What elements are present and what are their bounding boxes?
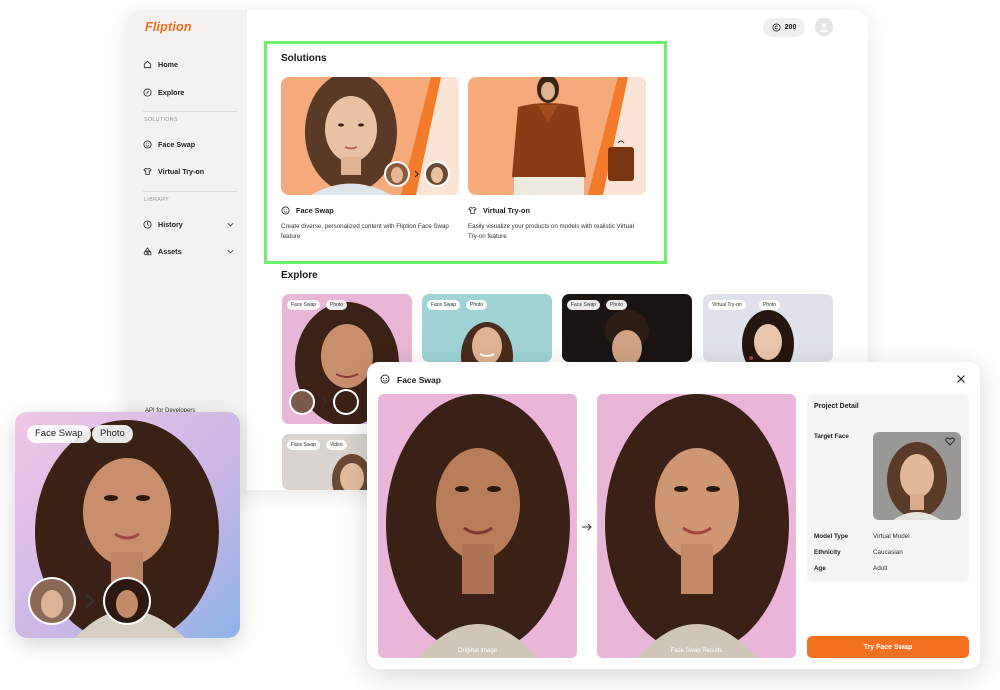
solution-title-text: Virtual Try-on <box>483 206 530 215</box>
explore-card[interactable]: Face Swap Photo <box>422 294 552 362</box>
solution-card-title: Face Swap <box>281 206 459 215</box>
history-icon <box>143 220 152 229</box>
solution-description: Create diverse, personalized content wit… <box>281 223 449 240</box>
original-image: Original Image <box>378 394 577 658</box>
tag: Face Swap <box>27 425 91 443</box>
face-swap-modal: Face Swap Original Image Face Swap Resul… <box>367 362 980 669</box>
solution-description: Easily visualize your products on models… <box>468 223 634 240</box>
sidebar-item-history[interactable]: History <box>143 220 235 229</box>
credits-count: 200 <box>784 24 797 31</box>
tag: Photo <box>466 300 488 310</box>
assets-icon <box>143 247 152 256</box>
age-label: Age <box>814 565 826 572</box>
arrow-right-icon <box>582 523 592 531</box>
modal-title: Face Swap <box>397 375 441 385</box>
original-image-caption: Original Image <box>457 648 498 654</box>
ethnicity-label: Ethnicity <box>814 549 841 556</box>
explore-title: Explore <box>281 270 318 281</box>
chevron-down-icon <box>226 220 235 229</box>
tag: Virtual Try-on <box>708 300 746 310</box>
sidebar-item-label: Face Swap <box>158 140 196 149</box>
sidebar-item-face-swap[interactable]: Face Swap <box>143 140 235 149</box>
sidebar-item-label: Virtual Try-on <box>158 167 205 176</box>
tag: Face Swap <box>287 300 321 310</box>
tag: Photo <box>606 300 628 310</box>
shirt-icon <box>143 167 152 176</box>
face-swap-preview-image <box>281 77 459 195</box>
tag: Photo <box>92 425 133 443</box>
user-avatar[interactable] <box>815 18 833 36</box>
solution-card-face-swap[interactable]: Face Swap Create diverse, personalized c… <box>281 77 459 242</box>
sidebar-item-label: Home <box>158 60 178 69</box>
heart-icon[interactable] <box>945 437 955 446</box>
sidebar-item-label: History <box>158 220 183 229</box>
divider <box>143 111 237 112</box>
credits-badge[interactable]: 200 <box>763 18 805 37</box>
ethnicity-value: Caucasian <box>873 549 903 556</box>
section-label-solutions: SOLUTIONS <box>144 117 178 123</box>
sidebar-item-home[interactable]: Home <box>143 60 235 69</box>
tag: Face Swap <box>287 440 321 450</box>
try-face-swap-button[interactable]: Try Face Swap <box>807 636 969 658</box>
home-icon <box>143 60 152 69</box>
tag: Photo <box>759 300 781 310</box>
face-swap-icon <box>143 140 152 149</box>
sidebar-item-assets[interactable]: Assets <box>143 247 235 256</box>
solution-card-title: Virtual Try-on <box>468 206 646 215</box>
face-swap-icon <box>281 206 290 215</box>
tag: Face Swap <box>427 300 461 310</box>
solution-title-text: Face Swap <box>296 206 334 215</box>
age-value: Adult <box>873 565 888 572</box>
solution-card-virtual-tryon[interactable]: Virtual Try-on Easily visualize your pro… <box>468 77 646 242</box>
user-icon <box>819 23 829 32</box>
credits-icon <box>772 23 781 32</box>
sidebar-item-label: Assets <box>158 247 182 256</box>
virtual-tryon-preview-image <box>468 77 646 195</box>
target-face-label: Target Face <box>814 433 849 440</box>
featured-card-image <box>15 412 240 638</box>
result-image: Face Swap Results <box>597 394 796 658</box>
shirt-icon <box>468 206 477 215</box>
featured-explore-card[interactable]: Face Swap Photo <box>15 412 240 638</box>
solutions-title: Solutions <box>281 53 327 64</box>
sidebar-item-label: Explore <box>158 88 185 97</box>
tag: Photo <box>326 300 348 310</box>
chevron-down-icon <box>226 247 235 256</box>
section-label-library: LIBRARY <box>144 197 170 203</box>
logo[interactable]: Fliption <box>145 20 192 34</box>
divider <box>143 191 237 192</box>
sidebar-item-explore[interactable]: Explore <box>143 88 235 97</box>
explore-card[interactable]: Face Swap Photo <box>562 294 692 362</box>
tag: Face Swap <box>567 300 601 310</box>
model-type-label: Model Type <box>814 533 849 540</box>
project-detail-panel: Project Detail Target Face Model Type Vi… <box>807 394 969 582</box>
face-swap-icon <box>380 374 390 384</box>
tag: Video <box>326 440 347 450</box>
model-type-value: Virtual Model <box>873 533 910 540</box>
sidebar-item-virtual-tryon[interactable]: Virtual Try-on <box>143 167 235 176</box>
compass-icon <box>143 88 152 97</box>
project-detail-title: Project Detail <box>814 403 859 410</box>
explore-card[interactable]: Virtual Try-on Photo <box>703 294 833 362</box>
result-image-caption: Face Swap Results <box>670 648 723 654</box>
close-icon[interactable] <box>956 374 966 384</box>
